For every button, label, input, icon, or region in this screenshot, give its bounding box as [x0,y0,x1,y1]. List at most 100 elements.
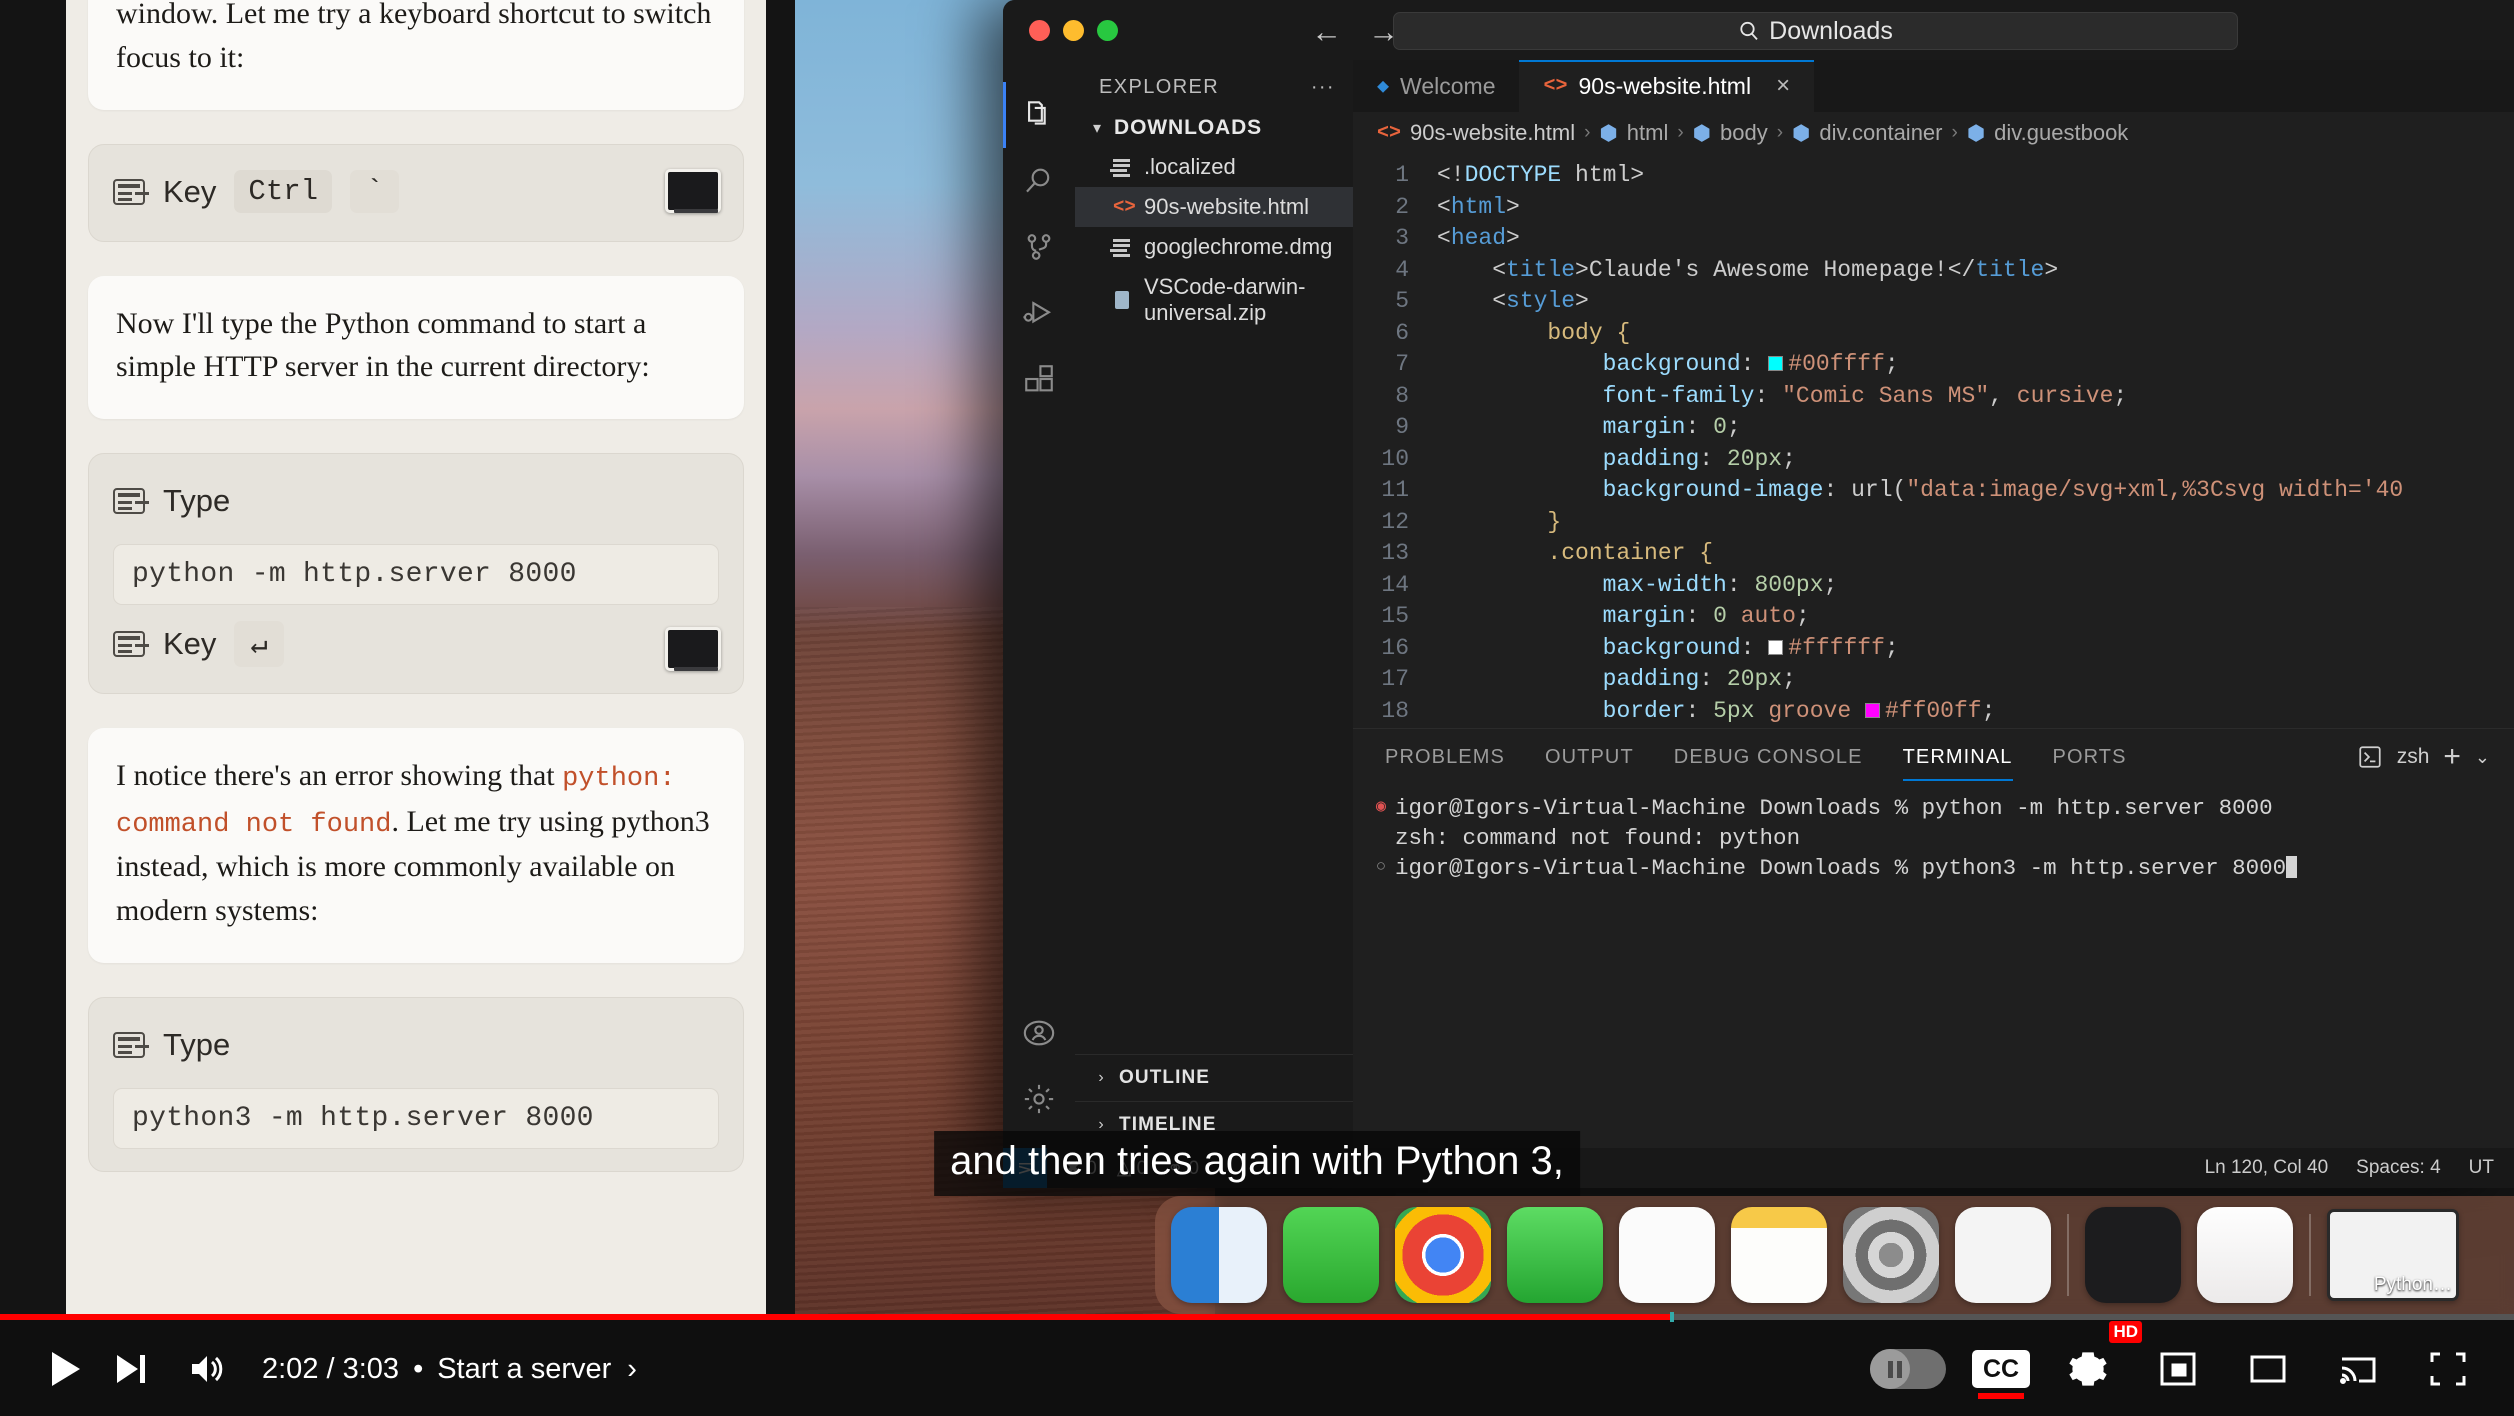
terminal-line: ○ igor@Igors-Virtual-Machine Downloads %… [1353,853,2514,883]
breadcrumb-separator: › [1776,122,1784,143]
assistant-message: window. Let me try a keyboard shortcut t… [88,0,744,110]
dock-item-facetime[interactable] [1507,1207,1603,1303]
explorer-sidebar[interactable]: EXPLORER ··· ▾ DOWNLOADS .localized <> 9… [1075,60,1353,1148]
dock-item-textedit[interactable] [2197,1207,2293,1303]
tab-debug-console[interactable]: DEBUG CONSOLE [1674,732,1863,781]
zip-file-icon [1113,290,1133,310]
status-indentation[interactable]: Spaces: 4 [2356,1157,2441,1179]
breadcrumb-symbol[interactable]: div.container [1819,120,1942,146]
file-item-90s-website[interactable]: <> 90s-website.html [1075,187,1353,227]
autoplay-toggle[interactable] [1870,1349,1946,1389]
activity-accounts-icon[interactable] [1003,1000,1075,1066]
dock-item-notes[interactable] [1731,1207,1827,1303]
close-window-button[interactable] [1029,20,1050,41]
line-number: 6 [1395,319,1409,346]
activity-settings-gear-icon[interactable] [1003,1066,1075,1132]
close-tab-icon[interactable]: × [1776,72,1790,100]
status-cursor-position[interactable]: Ln 120, Col 40 [2205,1157,2329,1179]
file-item-vscode-zip[interactable]: VSCode-darwin-universal.zip [1075,267,1353,333]
next-button[interactable] [98,1337,162,1401]
file-item-googlechrome[interactable]: googlechrome.dmg [1075,227,1353,267]
tool-call-type-python3[interactable]: Type python3 -m http.server 8000 [88,996,744,1172]
tab-problems[interactable]: PROBLEMS [1385,732,1505,781]
dock-item-chrome[interactable] [1395,1207,1491,1303]
tool-call-type-python[interactable]: Type python -m http.server 8000 Key ↵ [88,453,744,695]
vscode-window[interactable]: ← → Downloads EXPLORER ··· ▾ DOWNLOADS .… [1003,0,2514,1188]
chapter-chevron-icon[interactable]: › [627,1353,637,1386]
dock-item-python-window[interactable]: Python… [2327,1209,2459,1301]
chapter-title[interactable]: Start a server [437,1353,611,1386]
subtitles-button[interactable]: CC [1972,1350,2030,1399]
activity-bar[interactable] [1003,60,1075,1148]
screenshot-thumbnail[interactable] [665,168,721,213]
breadcrumb-file[interactable]: 90s-website.html [1410,120,1575,146]
activity-extensions-icon[interactable] [1003,346,1075,412]
breadcrumb-symbol[interactable]: div.guestbook [1994,120,2128,146]
tab-output[interactable]: OUTPUT [1545,732,1634,781]
activity-run-debug-icon[interactable] [1003,280,1075,346]
volume-button[interactable] [176,1337,240,1401]
miniplayer-button[interactable] [2146,1337,2210,1401]
key-chip-backtick: ` [350,170,400,214]
line-content: padding: 20px; [1602,666,1796,692]
fullscreen-button[interactable] [2416,1337,2480,1401]
macos-dock[interactable]: Python… [1155,1196,2514,1314]
assistant-message: I notice there's an error showing that p… [88,728,744,963]
breadcrumb[interactable]: <> 90s-website.html › ⬢ html › ⬢ body › … [1353,112,2514,154]
new-terminal-icon[interactable]: + [2443,740,2461,774]
bottom-panel[interactable]: PROBLEMS OUTPUT DEBUG CONSOLE TERMINAL P… [1353,728,2514,1148]
finder-search-field[interactable]: Downloads [1393,12,2238,50]
panel-tabs[interactable]: PROBLEMS OUTPUT DEBUG CONSOLE TERMINAL P… [1353,729,2514,783]
tool-call-key[interactable]: Key Ctrl ` [88,143,744,242]
dock-item-vscode[interactable] [1955,1207,2051,1303]
screenshot-thumbnail[interactable] [665,627,721,672]
code-line: 5 <style> [1353,286,2514,318]
chat-transcript-panel[interactable]: window. Let me try a keyboard shortcut t… [66,0,766,1320]
code-line: 16 background: #ffffff; [1353,633,2514,665]
chevron-down-icon[interactable]: ⌄ [2475,747,2490,768]
cast-button[interactable] [2326,1337,2390,1401]
activity-explorer-icon[interactable] [1003,82,1075,148]
sidebar-section-outline[interactable]: › OUTLINE [1075,1054,1353,1101]
code-line: 12 } [1353,507,2514,539]
dock-item-system-settings[interactable] [1843,1207,1939,1303]
explorer-root-folder[interactable]: ▾ DOWNLOADS [1075,109,1353,147]
search-icon [1740,21,1758,41]
code-editor[interactable]: 1 <!DOCTYPE html> 2 <html> 3 <head> 4 <title>C… [1353,154,2514,728]
chevron-down-icon[interactable]: ▾ [1089,118,1105,138]
player-controls[interactable]: 2:02 / 3:03 • Start a server › CC HD [0,1312,2514,1416]
status-encoding[interactable]: UT [2469,1157,2494,1179]
video-frame[interactable]: ← Cla window. Let me try a keyboard shor… [0,0,2514,1320]
terminal-output-text: zsh: command not found: python [1395,825,1801,851]
finder-nav[interactable]: ← → [1311,14,1399,50]
dock-item-terminal[interactable] [2085,1207,2181,1303]
window-traffic-lights[interactable] [1029,20,1118,41]
explorer-more-actions-icon[interactable]: ··· [1311,76,1335,99]
maximize-window-button[interactable] [1097,20,1118,41]
breadcrumb-symbol[interactable]: html [1627,120,1669,146]
theater-mode-button[interactable] [2236,1337,2300,1401]
activity-search-icon[interactable] [1003,148,1075,214]
tab-ports[interactable]: PORTS [2053,732,2127,781]
back-arrow-icon[interactable]: ← [1311,14,1342,50]
tab-90s-website-html[interactable]: <> 90s-website.html × [1519,60,1815,112]
line-number: 1 [1395,162,1409,188]
chevron-right-icon[interactable]: › [1093,1069,1109,1087]
file-item-localized[interactable]: .localized [1075,147,1353,187]
dock-item-podcasts[interactable] [1619,1207,1715,1303]
progress-bar[interactable] [0,1312,2514,1322]
minimize-window-button[interactable] [1063,20,1084,41]
terminal-shell-name[interactable]: zsh [2397,745,2430,769]
breadcrumb-symbol[interactable]: body [1720,120,1768,146]
terminal-output[interactable]: ◉ igor@Igors-Virtual-Machine Downloads %… [1353,783,2514,883]
breadcrumb-separator: › [1677,122,1684,143]
file-name: .localized [1144,154,1236,179]
play-button[interactable] [34,1337,98,1401]
tab-welcome[interactable]: ◆ Welcome [1353,60,1520,112]
dock-item-messages[interactable] [1283,1207,1379,1303]
tab-terminal[interactable]: TERMINAL [1903,732,2013,781]
activity-source-control-icon[interactable] [1003,214,1075,280]
editor-tabs[interactable]: ◆ Welcome <> 90s-website.html × [1353,60,2514,112]
settings-button[interactable]: HD [2056,1321,2142,1401]
dock-item-finder[interactable] [1171,1207,1267,1303]
